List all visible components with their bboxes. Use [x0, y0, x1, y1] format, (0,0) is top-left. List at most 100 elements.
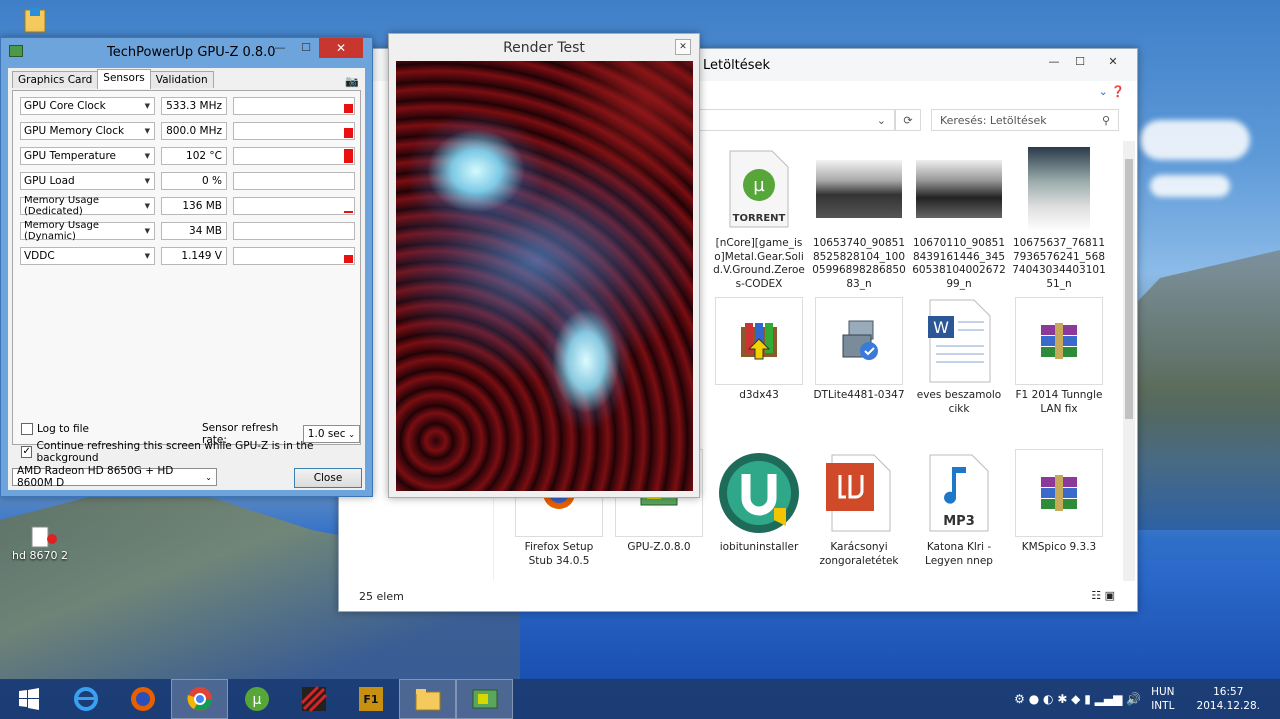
- tray-icons[interactable]: ⚙ ● ◐ ✱ ◆ ▮ ▂▄▆ 🔊: [1014, 692, 1141, 706]
- sensor-name-dropdown[interactable]: GPU Load ▼: [20, 172, 155, 190]
- sensor-name-dropdown[interactable]: VDDC ▼: [20, 247, 155, 265]
- tab-validation[interactable]: Validation: [149, 71, 214, 88]
- sensor-value: 0 %: [161, 172, 227, 190]
- file-item[interactable]: 10675637_768117936576241_568740430344031…: [1011, 145, 1107, 291]
- sensor-row: GPU Memory Clock ▼ 800.0 MHz: [20, 122, 355, 140]
- sensor-name: Memory Usage (Dynamic): [24, 220, 100, 242]
- taskbar-gpuz[interactable]: [456, 679, 513, 719]
- start-button[interactable]: [0, 679, 57, 719]
- tab-graphics-card[interactable]: Graphics Card: [12, 71, 99, 88]
- taskbar-utorrent[interactable]: µ: [228, 679, 285, 719]
- log-to-file-checkbox[interactable]: Log to file: [21, 423, 89, 435]
- taskbar-firefox[interactable]: [114, 679, 171, 719]
- sensor-value: 1.149 V: [161, 247, 227, 265]
- checkbox-checked[interactable]: ✓: [21, 446, 33, 458]
- sensor-name-dropdown[interactable]: GPU Core Clock ▼: [20, 97, 155, 115]
- taskbar-internet-explorer[interactable]: [57, 679, 114, 719]
- render-titlebar[interactable]: Render Test ✕: [389, 34, 699, 61]
- continue-refresh-checkbox[interactable]: ✓ Continue refreshing this screen while …: [21, 440, 360, 464]
- file-item[interactable]: 10670110_908518439161446_345605381040026…: [911, 145, 1007, 291]
- close-button[interactable]: ✕: [1093, 52, 1133, 70]
- gpuz-window: TechPowerUp GPU-Z 0.8.0 — ☐ ✕ Graphics C…: [0, 37, 373, 497]
- sensor-name-dropdown[interactable]: Memory Usage (Dynamic) ▼: [20, 220, 155, 242]
- file-name: GPU-Z.0.8.0: [627, 541, 691, 553]
- tab-sensors[interactable]: Sensors: [97, 69, 151, 89]
- pdf-icon: [815, 449, 903, 537]
- torrent-file-icon: µ TORRENT: [715, 145, 803, 233]
- dropdown-arrow-icon: ▼: [144, 177, 150, 185]
- file-item[interactable]: DTLite4481-0347: [811, 297, 907, 403]
- sensor-name-dropdown[interactable]: GPU Temperature ▼: [20, 147, 155, 165]
- sensor-graph: [233, 247, 355, 265]
- camera-icon[interactable]: 📷: [345, 75, 359, 88]
- file-item[interactable]: W eves beszamolo cikk: [911, 297, 1007, 416]
- maximize-button[interactable]: ☐: [1067, 52, 1093, 70]
- refresh-button[interactable]: ⟳: [895, 109, 921, 131]
- file-item[interactable]: 10653740_908518525828104_100059968982868…: [811, 145, 907, 291]
- file-item[interactable]: iobituninstaller: [711, 449, 807, 555]
- chevron-down-icon[interactable]: ⌄: [877, 114, 886, 127]
- file-name: eves beszamolo cikk: [916, 389, 1002, 415]
- app-icon: [9, 45, 23, 57]
- internet-explorer-icon: [73, 687, 98, 711]
- desktop-folder-icon[interactable]: [22, 6, 48, 34]
- sensor-level-bar: [344, 104, 353, 113]
- gpu-select[interactable]: AMD Radeon HD 8650G + HD 8600M D ⌄: [12, 465, 217, 489]
- search-placeholder: Keresés: Letöltések: [940, 113, 1047, 127]
- maximize-button[interactable]: ☐: [293, 38, 319, 56]
- vertical-scrollbar[interactable]: [1123, 141, 1135, 581]
- file-item[interactable]: d3dx43: [711, 297, 807, 403]
- file-name: DTLite4481-0347: [813, 389, 905, 401]
- chevron-down-icon: ⌄: [348, 429, 355, 439]
- file-name: 10675637_768117936576241_568740430344031…: [1012, 237, 1106, 290]
- desktop-shortcut-hd8670[interactable]: hd 8670 2: [12, 525, 68, 562]
- sensor-name: VDDC: [24, 250, 55, 262]
- windows-logo-icon: [18, 688, 39, 710]
- gpuz-icon: [472, 689, 497, 709]
- gpu-select-value: AMD Radeon HD 8650G + HD 8600M D: [17, 465, 174, 489]
- sensor-name-dropdown[interactable]: Memory Usage (Dedicated) ▼: [20, 195, 155, 217]
- sensor-name-dropdown[interactable]: GPU Memory Clock ▼: [20, 122, 155, 140]
- help-icon[interactable]: ⌄ ❓: [1099, 85, 1125, 98]
- sensor-row: Memory Usage (Dedicated) ▼ 136 MB: [20, 195, 355, 217]
- continue-refresh-label: Continue refreshing this screen while GP…: [36, 440, 314, 464]
- svg-text:µ: µ: [252, 692, 261, 708]
- file-name: iobituninstaller: [719, 541, 799, 553]
- close-button[interactable]: ✕: [675, 39, 691, 55]
- file-item[interactable]: KMSpico 9.3.3: [1011, 449, 1107, 555]
- file-name: d3dx43: [739, 389, 779, 401]
- address-bar[interactable]: ⌄: [699, 109, 895, 131]
- taskbar-file-explorer[interactable]: [399, 679, 456, 719]
- clock-date: 2014.12.28.: [1196, 700, 1260, 712]
- checkbox[interactable]: [21, 423, 33, 435]
- file-name: KMSpico 9.3.3: [1021, 541, 1097, 553]
- view-toggle-icon[interactable]: ☷ ▣: [1091, 589, 1115, 602]
- svg-text:µ: µ: [753, 175, 765, 196]
- file-item[interactable]: µ TORRENT [nCore][game_iso]Metal.Gear.Sol…: [711, 145, 807, 291]
- search-input[interactable]: Keresés: Letöltések ⚲: [931, 109, 1119, 131]
- file-name: F1 2014 Tunngle LAN fix: [1015, 389, 1103, 415]
- clock[interactable]: 16:57 2014.12.28.: [1197, 685, 1260, 713]
- taskbar-game-app[interactable]: [285, 679, 342, 719]
- minimize-button[interactable]: —: [267, 38, 293, 56]
- file-name: Katona Klri - Legyen nnep: [925, 541, 993, 567]
- sensor-panel: GPU Core Clock ▼ 533.3 MHz GPU Memory Clo…: [12, 90, 361, 464]
- sensor-graph: [233, 147, 355, 165]
- file-item[interactable]: MP3 Katona Klri - Legyen nnep: [911, 449, 1007, 568]
- language-indicator[interactable]: HUN INTL: [1151, 685, 1174, 713]
- close-button[interactable]: Close: [294, 468, 362, 488]
- file-item[interactable]: F1 2014 Tunngle LAN fix: [1011, 297, 1107, 416]
- scrollbar-thumb[interactable]: [1125, 159, 1133, 419]
- taskbar-chrome[interactable]: [171, 679, 228, 719]
- gpuz-client: Graphics Card Sensors Validation 📷 GPU C…: [8, 68, 365, 490]
- gpuz-titlebar[interactable]: TechPowerUp GPU-Z 0.8.0 — ☐ ✕: [1, 38, 372, 68]
- taskbar-f1-game[interactable]: F1: [342, 679, 399, 719]
- file-name: Firefox Setup Stub 34.0.5: [524, 541, 594, 567]
- search-icon: ⚲: [1101, 113, 1110, 127]
- sensor-row: GPU Temperature ▼ 102 °C: [20, 147, 355, 165]
- window-title: Render Test: [503, 39, 585, 56]
- file-item[interactable]: Karácsonyi zongoraletétek: [811, 449, 907, 568]
- minimize-button[interactable]: —: [1041, 52, 1067, 70]
- status-bar: 25 elem ☷ ▣: [339, 581, 1137, 611]
- close-button[interactable]: ✕: [319, 38, 363, 58]
